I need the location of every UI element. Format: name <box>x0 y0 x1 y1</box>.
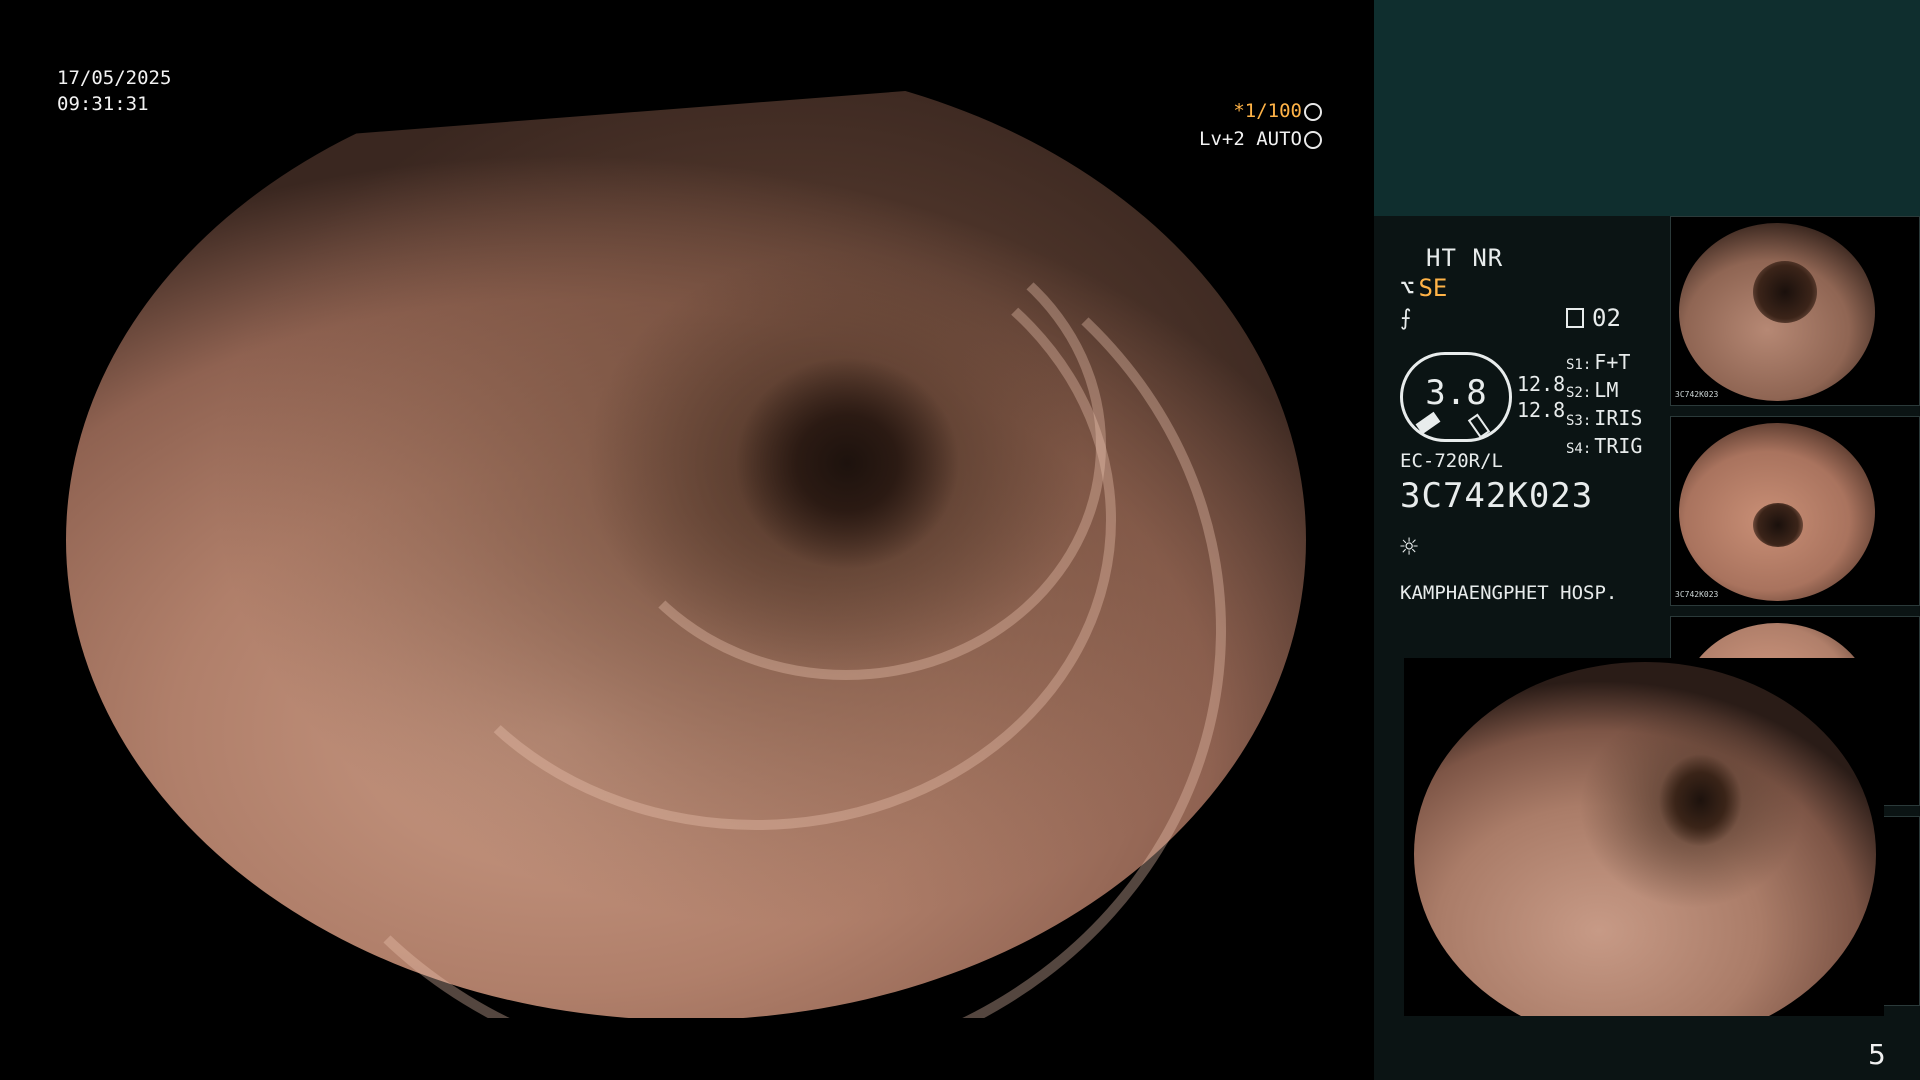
endoscopic-image <box>66 60 1306 1020</box>
aperture-icon <box>1304 102 1322 121</box>
gauge-marker-icon <box>1467 413 1491 439</box>
enhancement-label: SE <box>1418 274 1448 302</box>
page-number: 5 <box>1868 1038 1886 1071</box>
mucosal-fold <box>586 210 1106 680</box>
memory-counter: 02 <box>1566 304 1621 332</box>
auto-exposure-icon <box>1304 130 1322 149</box>
switch-assignments: S1: F+T S2: LM S3: IRIS S4: TRIG <box>1566 350 1642 462</box>
switch-row: S3: IRIS <box>1566 406 1643 430</box>
structure-enhancement: ⌥ SE <box>1400 274 1447 302</box>
thumbnail-label: 3C742K023 <box>1675 590 1719 599</box>
exposure-level: Lv+2 AUTO <box>1199 128 1302 150</box>
shutter-speed: *1/100 <box>1233 100 1302 122</box>
memory-card-icon <box>1566 308 1584 328</box>
thumbnail[interactable]: 3C742K023 <box>1670 216 1920 406</box>
scope-model: EC-720R/L <box>1400 450 1503 472</box>
switch-row: S1: F+T <box>1566 350 1631 374</box>
light-icon: ☼ <box>1400 530 1419 565</box>
scope-serial: 3C742K023 <box>1400 476 1594 516</box>
brightness-gauge: 3.8 <box>1400 352 1512 442</box>
memory-count: 02 <box>1592 304 1621 332</box>
thumbnail-label: 3C742K023 <box>1675 390 1719 399</box>
capture-date: 17/05/2025 <box>57 67 172 89</box>
shutter-readout: *1/100 <box>1233 100 1322 122</box>
switch-row: S2: LM <box>1566 378 1619 402</box>
enhancement-icon: ⌥ <box>1400 274 1415 302</box>
setting-value-b: 12.8 <box>1517 398 1566 422</box>
side-panel-header <box>1374 0 1920 216</box>
hospital-name: KAMPHAENGPHET HOSP. <box>1400 582 1618 604</box>
mode-indicator: HT NR <box>1426 244 1504 272</box>
gauge-value: 3.8 <box>1425 373 1487 413</box>
thumbnail-lumen <box>1753 261 1817 323</box>
gauge-marker-icon <box>1415 411 1441 435</box>
image-mask-bottom <box>0 1018 1374 1080</box>
function-icon: ⨍ <box>1400 306 1412 331</box>
main-endoscopy-view: 17/05/2025 09:31:31 *1/100 Lv+2 AUTO <box>0 0 1374 1080</box>
image-mask-top <box>0 0 1374 60</box>
switch-row: S4: TRIG <box>1566 434 1643 458</box>
capture-time: 09:31:31 <box>57 93 149 115</box>
setting-value-a: 12.8 <box>1517 372 1566 396</box>
selected-image-preview[interactable] <box>1404 658 1884 1016</box>
exposure-level-readout: Lv+2 AUTO <box>1199 128 1322 150</box>
thumbnail-lumen <box>1753 503 1803 547</box>
preview-image <box>1414 662 1876 1016</box>
date-time-stamp: 17/05/2025 09:31:31 <box>57 65 171 117</box>
thumbnail[interactable]: 3C742K023 <box>1670 416 1920 606</box>
